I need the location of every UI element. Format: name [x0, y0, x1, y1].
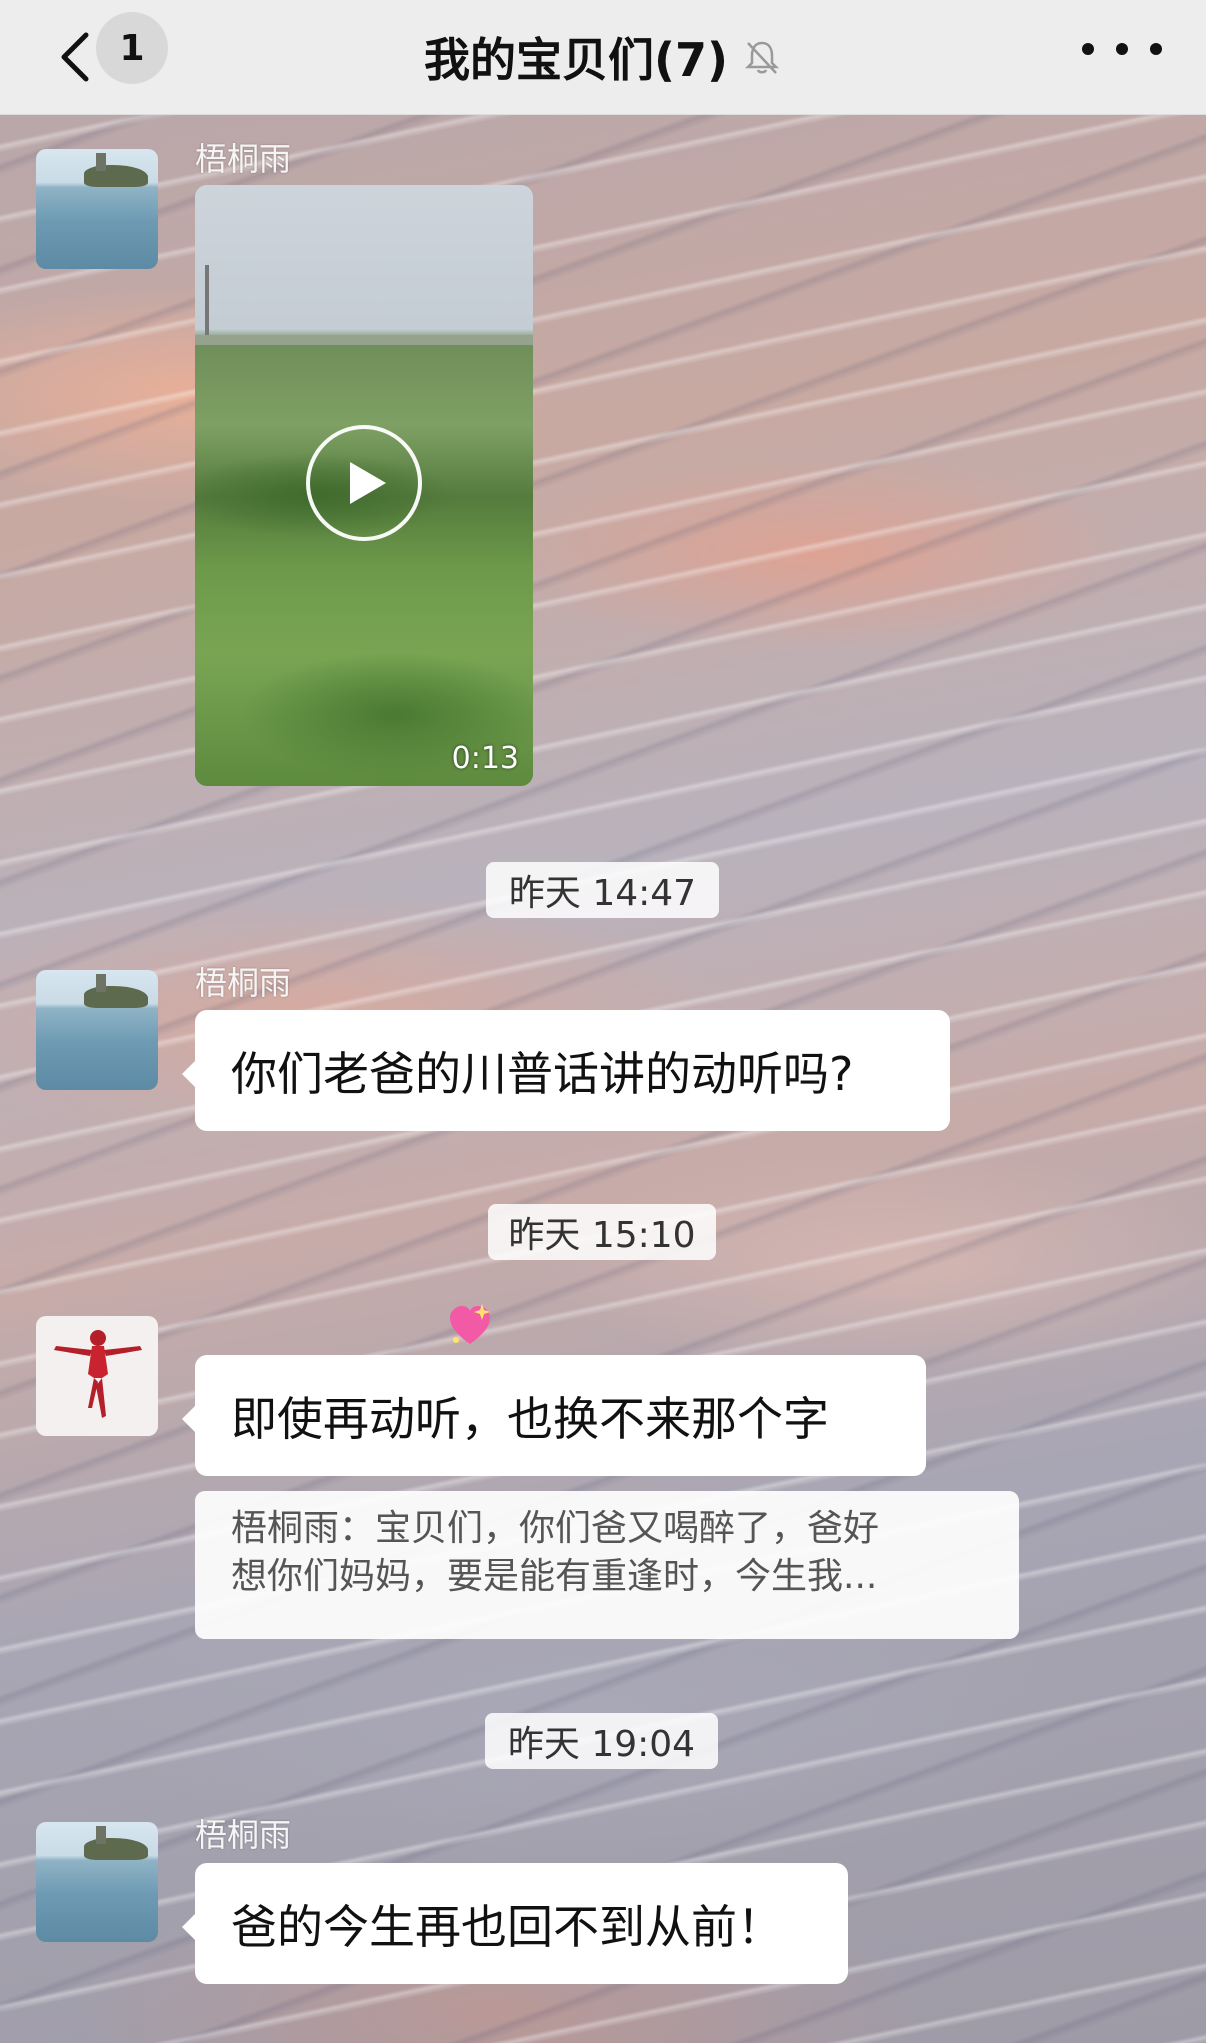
text-message[interactable]: 即使再动听，也换不来那个字: [182, 1355, 926, 1476]
more-dots-icon: [1082, 43, 1094, 55]
message-text: 即使再动听，也换不来那个字: [231, 1391, 829, 1446]
timestamp: 昨天 15:10: [488, 1204, 716, 1260]
sender-name: 梧桐雨: [195, 964, 292, 1002]
more-dots-icon: [1150, 43, 1162, 55]
video-duration: 0:13: [451, 741, 519, 776]
bubble-tail: [182, 1913, 196, 1941]
avatar-tower: [96, 974, 106, 992]
avatar[interactable]: [36, 970, 158, 1090]
mute-bell-icon: [742, 37, 782, 77]
bubble-tail: [182, 1060, 196, 1088]
avatar[interactable]: [36, 149, 158, 269]
message-text: 你们老爸的川普话讲的动听吗?: [231, 1046, 854, 1101]
video-message[interactable]: 0:13: [195, 185, 533, 786]
message-text: 爸的今生再也回不到从前！: [231, 1899, 783, 1954]
sender-name: 梧桐雨: [195, 1816, 292, 1854]
text-message[interactable]: 爸的今生再也回不到从前！: [182, 1863, 848, 1984]
more-options-button[interactable]: [1082, 34, 1162, 64]
timestamp: 昨天 19:04: [485, 1713, 718, 1769]
back-chevron-icon: [61, 32, 89, 82]
chat-title-wrap[interactable]: 我的宝贝们(7): [424, 24, 782, 90]
bubble-tail: [182, 1405, 196, 1433]
sparkle-heart-icon: [450, 1304, 490, 1344]
avatar-islet: [84, 165, 148, 187]
play-icon: [350, 462, 386, 504]
quote-text-line2: 想你们妈妈，要是能有重逢时，今生我...: [231, 1556, 878, 1597]
avatar-runner-figure: [54, 1330, 142, 1418]
play-button[interactable]: [306, 425, 422, 541]
chat-header: 1 我的宝贝们(7): [0, 0, 1206, 115]
avatar-tower: [96, 1826, 106, 1844]
avatar-islet: [84, 1838, 148, 1860]
chat-title: 我的宝贝们(7): [423, 33, 729, 87]
avatar[interactable]: [36, 1822, 158, 1942]
quote-text-line1: 梧桐雨：宝贝们，你们爸又喝醉了，爸好: [231, 1508, 880, 1549]
timestamp: 昨天 14:47: [486, 862, 719, 918]
sender-name: 梧桐雨: [195, 140, 292, 178]
avatar[interactable]: [36, 1316, 158, 1436]
avatar-tower: [96, 153, 106, 171]
video-pole: [205, 265, 209, 345]
avatar-islet: [84, 986, 148, 1008]
more-dots-icon: [1116, 43, 1128, 55]
unread-badge[interactable]: 1: [96, 12, 168, 84]
text-message[interactable]: 你们老爸的川普话讲的动听吗?: [182, 1010, 950, 1131]
quoted-message[interactable]: 梧桐雨：宝贝们，你们爸又喝醉了，爸好 想你们妈妈，要是能有重逢时，今生我...: [195, 1491, 1019, 1639]
video-dike: [195, 335, 533, 345]
